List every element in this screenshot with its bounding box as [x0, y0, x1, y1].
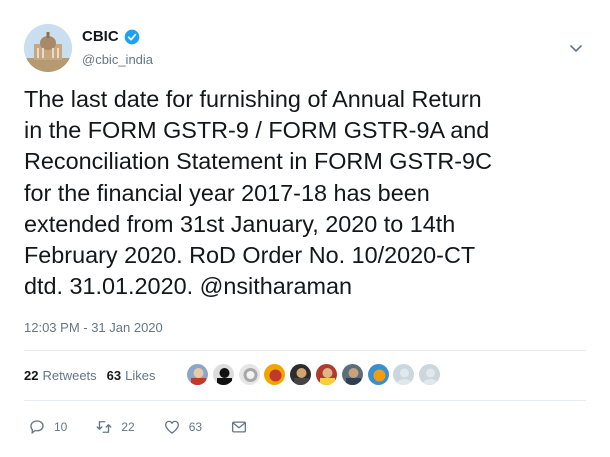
- likes-count: 63: [106, 368, 122, 383]
- tweet-actions: 10 22 63: [28, 418, 284, 436]
- author-avatar[interactable]: [24, 24, 72, 72]
- author-name[interactable]: CBIC: [82, 28, 119, 45]
- verified-badge-icon: [124, 29, 140, 44]
- liker-avatar[interactable]: [186, 363, 209, 386]
- divider-top: [24, 350, 586, 351]
- likes-label: Likes: [125, 368, 156, 383]
- heart-icon: [164, 420, 179, 434]
- liker-avatar[interactable]: [289, 363, 313, 386]
- reply-button[interactable]: 10: [28, 418, 67, 436]
- likes-stat[interactable]: 63 Likes: [107, 368, 156, 383]
- retweets-stat[interactable]: 22 Retweets: [24, 368, 97, 383]
- engagement-stats: 22 Retweets 63 Likes: [24, 368, 156, 383]
- retweet-count: 22: [121, 420, 135, 434]
- envelope-icon: [232, 421, 247, 433]
- reply-count: 10: [54, 420, 68, 434]
- liker-avatar[interactable]: [237, 363, 261, 386]
- retweets-label: Retweets: [42, 368, 97, 383]
- divider-bottom: [24, 400, 586, 401]
- liker-avatar[interactable]: [366, 363, 390, 386]
- like-button[interactable]: 63: [163, 418, 202, 436]
- reply-icon: [30, 420, 44, 434]
- direct-message-button[interactable]: [230, 418, 256, 436]
- retweet-button[interactable]: 22: [95, 418, 135, 436]
- liker-avatar[interactable]: [263, 363, 287, 386]
- like-count: 63: [188, 420, 203, 434]
- author-handle[interactable]: @cbic_india: [82, 52, 153, 67]
- tweet-timestamp[interactable]: 12:03 PM - 31 Jan 2020: [24, 320, 163, 335]
- retweet-icon: [96, 421, 112, 433]
- liker-avatar-default[interactable]: [418, 363, 442, 386]
- liker-avatar[interactable]: [314, 363, 338, 386]
- retweets-count: 22: [24, 368, 39, 383]
- chevron-down-icon[interactable]: [568, 40, 584, 56]
- tweet-text: The last date for furnishing of Annual R…: [24, 86, 492, 300]
- liker-avatars: [186, 363, 444, 386]
- liker-avatar-default[interactable]: [392, 363, 416, 386]
- author-handle-text: cbic_india: [95, 52, 154, 67]
- liker-avatar[interactable]: [340, 363, 364, 386]
- liker-avatar[interactable]: [211, 363, 235, 386]
